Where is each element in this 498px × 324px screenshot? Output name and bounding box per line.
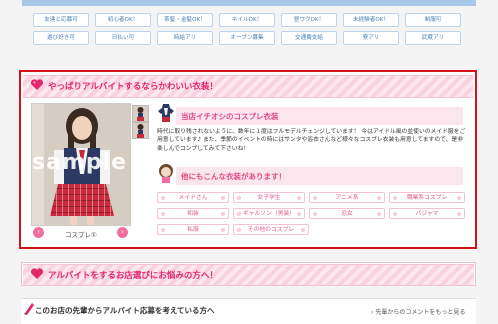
costume-tag[interactable]: 女子学生 xyxy=(233,192,305,203)
advice-panel: アルバイトをするお店選びにお悩みの方へ！ xyxy=(21,262,476,286)
chevron-right-icon: › xyxy=(371,309,374,316)
photo-caption: コスプレ① xyxy=(65,231,97,239)
top-tag[interactable]: 交通費支給 xyxy=(281,31,337,45)
costume-tag[interactable]: アニメ系 xyxy=(309,192,385,203)
top-tag-grid: 友達と応募可 初心者OK！ 茶髪・金髪OK！ ネイルOK！ 昼ワクOK！ 未経験… xyxy=(0,0,498,60)
top-tag[interactable]: 時給アリ xyxy=(157,31,213,45)
advice-panel-title: アルバイトをするお店選びにお悩みの方へ！ xyxy=(48,271,218,281)
costume-tag[interactable]: ギャルソン（男装） xyxy=(233,208,305,219)
costume-tag[interactable]: その他のコスプレ xyxy=(233,224,309,235)
top-tag[interactable]: 日払い可 xyxy=(95,31,151,45)
costume-tag[interactable]: 私服 xyxy=(157,224,229,235)
costume-tag[interactable]: 忍女 xyxy=(309,208,385,219)
more-comments-link[interactable]: › 先輩からのコメントをもっと見る xyxy=(371,307,465,316)
thumbnail-2[interactable] xyxy=(132,122,149,139)
top-tag[interactable]: 友達と応募可 xyxy=(33,13,89,27)
heart-icon xyxy=(30,79,44,90)
costume-photo: sample xyxy=(31,103,131,226)
costume-tag[interactable]: 職業系コスプレ xyxy=(389,192,465,203)
top-tag[interactable]: 武蔵アリ xyxy=(405,31,461,45)
top-tag[interactable]: ネイルOK！ xyxy=(219,13,275,27)
senior-comments-title: このお店の先輩からアルバイト応募を考えている方へ xyxy=(35,306,215,315)
costume-description: 時代に取り残されないように、数年に１度はフルモデルチェンジしています！ 今はアイ… xyxy=(157,129,466,152)
dress-icon xyxy=(158,104,174,122)
top-tag[interactable]: 未経験者OK！ xyxy=(343,13,399,27)
top-tag[interactable]: 茶髪・金髪OK！ xyxy=(157,13,213,27)
top-tag[interactable]: 制服可 xyxy=(405,13,461,27)
costume-tag[interactable]: パジャマ xyxy=(389,208,465,219)
prev-photo-button[interactable]: ‹ xyxy=(33,227,44,238)
girl-icon xyxy=(159,164,173,183)
costume-panel-title: やっぱりアルバイトするならかわいい衣装！ xyxy=(48,82,218,92)
costume-tag[interactable]: 和装 xyxy=(157,208,229,219)
next-photo-button[interactable]: › xyxy=(117,227,128,238)
top-tag[interactable]: 寮アリ xyxy=(343,31,399,45)
top-tag[interactable]: オープン募集 xyxy=(219,31,275,45)
top-tag[interactable]: 遊び好き可 xyxy=(33,31,89,45)
top-tag[interactable]: 初心者OK！ xyxy=(95,13,151,27)
section-others-title: 他にもこんな衣装があります！ xyxy=(181,172,286,181)
sample-watermark: sample xyxy=(32,150,128,175)
pencil-icon xyxy=(24,303,34,315)
costume-tag[interactable]: メイドさん xyxy=(157,192,229,203)
top-tag[interactable]: 昼ワクOK！ xyxy=(281,13,337,27)
section-recommend-title: 当店イチオシのコスプレ衣装 xyxy=(181,112,279,121)
heart-icon xyxy=(30,268,44,279)
thumbnail-1[interactable] xyxy=(132,105,149,122)
senior-comments-bar: このお店の先輩からアルバイト応募を考えている方へ › 先輩からのコメントをもっと… xyxy=(21,298,476,324)
